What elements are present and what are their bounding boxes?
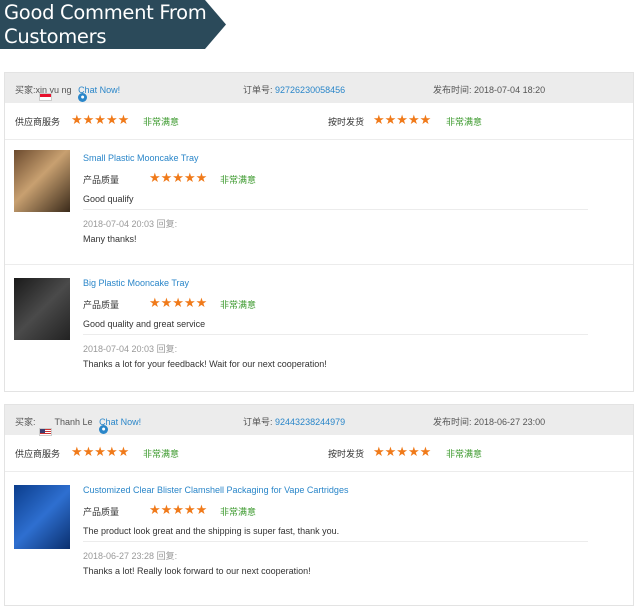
order-number-link[interactable]: 92443238244979 [275,417,345,427]
quality-label: 产品质量 [83,300,120,310]
supplier-service-rating: 非常满意 [143,449,180,459]
publish-label: 发布时间: [433,85,472,95]
reply-meta: 2018-06-27 23:28 回复: [83,549,177,562]
divider [83,209,588,210]
buyer-comment: Good qualify [83,194,134,204]
rating-row: 供应商服务 ★★★★★ 非常满意 按时发货 ★★★★★ 非常满意 [5,103,633,140]
on-time-rating: 非常满意 [446,117,483,127]
order-label: 订单号: [243,85,273,95]
rating-row: 供应商服务 ★★★★★ 非常满意 按时发货 ★★★★★ 非常满意 [5,435,633,472]
buyer-info: 买家: xin yu ng ● Chat Now! [15,83,120,102]
on-time-stars-icon: ★★★★★ [373,444,432,459]
review-card: 买家: xin yu ng ● Chat Now! 订单号: 92726230058… [4,72,634,392]
review-header: 买家: Thanh Le ● Chat Now! 订单号: 924432382449… [5,405,633,436]
publish-time: 2018-07-04 18:20 [474,85,546,95]
reply-time: 2018-07-04 20:03 [83,344,155,354]
on-time-rating: 非常满意 [446,449,483,459]
reply-label: 回复: [156,551,178,561]
order-info: 订单号: 92726230058456 [243,83,345,96]
product-thumbnail[interactable] [14,150,70,212]
chat-now-link[interactable]: ● Chat Now! [99,417,141,434]
reply-label: 回复: [156,344,178,354]
order-number-link[interactable]: 92726230058456 [275,85,345,95]
buyer-comment: Good quality and great service [83,319,206,329]
title-banner: Good Comment From Customers [0,0,226,49]
reply-time: 2018-07-04 20:03 [83,219,155,229]
reply-meta: 2018-07-04 20:03 回复: [83,217,177,230]
reply-meta: 2018-07-04 20:03 回复: [83,342,177,355]
quality-rating: 非常满意 [220,175,257,185]
quality-label: 产品质量 [83,175,120,185]
publish-label: 发布时间: [433,417,472,427]
chat-icon: ● [78,93,88,102]
chat-now-link[interactable]: ● Chat Now! [78,85,120,102]
product-thumbnail[interactable] [14,485,70,549]
product-link[interactable]: Customized Clear Blister Clamshell Packa… [83,485,348,495]
banner-line-1: Good Comment From [4,1,207,24]
quality-rating: 非常满意 [220,300,257,310]
supplier-service-label: 供应商服务 [15,117,61,127]
singapore-flag-icon [38,93,52,101]
supplier-service-label: 供应商服务 [15,449,61,459]
review-item: Small Plastic Mooncake Tray 产品质量 ★★★★★ 非… [5,140,633,265]
chat-icon: ● [99,425,109,434]
order-info: 订单号: 92443238244979 [243,415,345,428]
review-card: 买家: Thanh Le ● Chat Now! 订单号: 924432382449… [4,404,634,606]
on-time-stars-icon: ★★★★★ [373,112,432,127]
buyer-comment: The product look great and the shipping … [83,526,340,536]
quality-rating: 非常满意 [220,507,257,517]
buyer-label: 买家: [15,417,36,427]
buyer-name: Thanh Le [54,417,93,427]
quality-label: 产品质量 [83,507,120,517]
banner-title: Good Comment From Customers [4,1,207,49]
publish-info: 发布时间: 2018-06-27 23:00 [433,415,545,428]
divider [83,334,588,335]
quality-stars-icon: ★★★★★ [149,502,208,517]
product-thumbnail[interactable] [14,278,70,340]
divider [83,541,588,542]
supplier-service-stars-icon: ★★★★★ [71,112,130,127]
order-label: 订单号: [243,417,273,427]
quality-stars-icon: ★★★★★ [149,170,208,185]
on-time-label: 按时发货 [328,117,365,127]
seller-reply: Thanks a lot for your feedback! Wait for… [83,359,327,369]
buyer-info: 买家: Thanh Le ● Chat Now! [15,415,141,436]
seller-reply: Many thanks! [83,234,137,244]
reply-time: 2018-06-27 23:28 [83,551,155,561]
review-header: 买家: xin yu ng ● Chat Now! 订单号: 92726230058… [5,73,633,103]
review-item: Big Plastic Mooncake Tray 产品质量 ★★★★★ 非常满… [5,265,633,391]
banner-line-2: Customers [4,25,107,48]
supplier-service-rating: 非常满意 [143,117,180,127]
on-time-label: 按时发货 [328,449,365,459]
product-link[interactable]: Small Plastic Mooncake Tray [83,153,199,163]
buyer-label: 买家: [15,85,36,95]
review-item: Customized Clear Blister Clamshell Packa… [5,472,633,602]
seller-reply: Thanks a lot! Really look forward to our… [83,566,311,576]
publish-info: 发布时间: 2018-07-04 18:20 [433,83,545,96]
publish-time: 2018-06-27 23:00 [474,417,546,427]
quality-stars-icon: ★★★★★ [149,295,208,310]
product-link[interactable]: Big Plastic Mooncake Tray [83,278,189,288]
supplier-service-stars-icon: ★★★★★ [71,444,130,459]
reply-label: 回复: [156,219,178,229]
